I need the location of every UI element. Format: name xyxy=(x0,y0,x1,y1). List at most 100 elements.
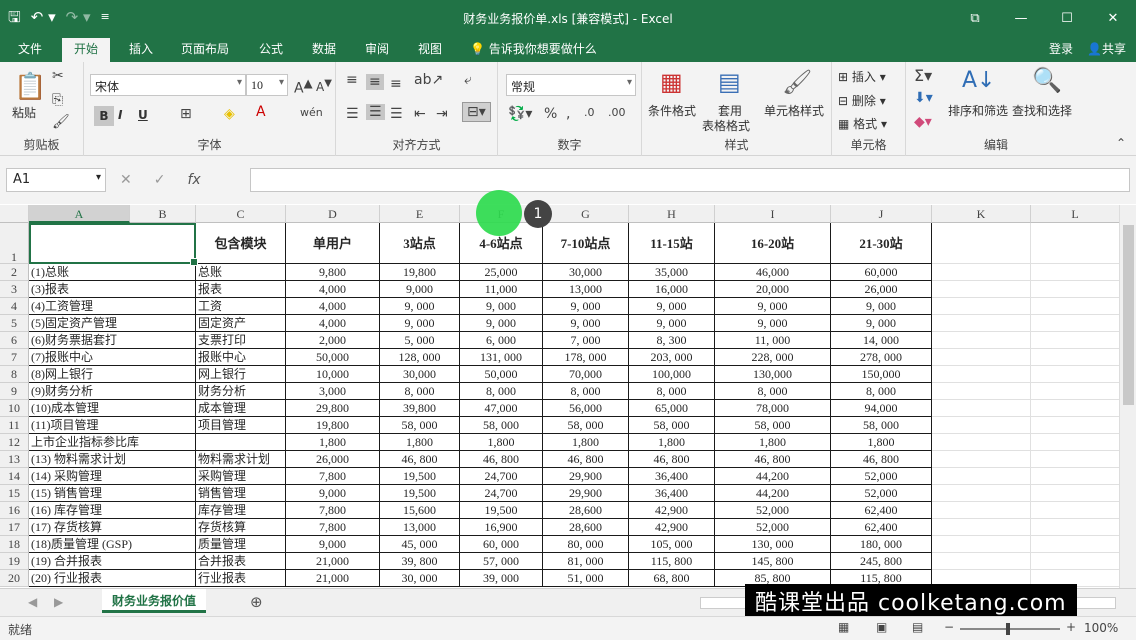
row-header[interactable]: 13 xyxy=(0,451,29,468)
grid-cell[interactable] xyxy=(1031,366,1120,383)
fill-icon[interactable]: ⬇▾ xyxy=(914,90,933,106)
row-header[interactable]: 6 xyxy=(0,332,29,349)
cell-styles-icon[interactable]: 🖌 xyxy=(782,68,812,96)
paste-button[interactable]: 粘贴 xyxy=(12,104,36,121)
format-cells-button[interactable]: ▦ 格式 ▾ xyxy=(838,115,887,132)
zoom-slider-handle[interactable] xyxy=(1006,623,1010,635)
row-header[interactable]: 4 xyxy=(0,298,29,315)
decrease-indent-icon[interactable]: ⇤ xyxy=(414,106,426,122)
formula-input[interactable] xyxy=(250,168,1130,192)
underline-button[interactable]: U xyxy=(138,108,148,122)
conditional-format-icon[interactable]: ▦ xyxy=(660,68,683,96)
insert-function-icon[interactable]: fx xyxy=(187,168,200,192)
page-break-icon[interactable]: ▤ xyxy=(912,620,923,634)
conditional-format-button[interactable]: 条件格式 xyxy=(648,102,696,119)
row-header[interactable]: 17 xyxy=(0,519,29,536)
grid-cell[interactable] xyxy=(1031,281,1120,298)
row-header[interactable]: 9 xyxy=(0,383,29,400)
column-header[interactable]: H xyxy=(629,205,715,223)
vertical-scrollbar[interactable] xyxy=(1119,205,1136,588)
grid-cell[interactable] xyxy=(932,417,1031,434)
align-left-icon[interactable]: ☰ xyxy=(346,106,359,122)
grid-cell[interactable] xyxy=(1031,417,1120,434)
grid-cell[interactable] xyxy=(1031,451,1120,468)
grid-cell[interactable] xyxy=(1031,553,1120,570)
format-painter-icon[interactable]: 🖌 xyxy=(52,114,70,130)
grid-cell[interactable] xyxy=(932,315,1031,332)
align-middle-icon[interactable]: ≡ xyxy=(366,74,384,90)
row-header[interactable]: 14 xyxy=(0,468,29,485)
tab-review[interactable]: 审阅 xyxy=(365,40,389,58)
collapse-ribbon-icon[interactable]: ⌃ xyxy=(1116,136,1126,150)
scroll-thumb[interactable] xyxy=(1123,225,1134,405)
sort-filter-icon[interactable]: A↓ xyxy=(962,68,995,93)
select-all-corner[interactable] xyxy=(0,205,29,223)
name-box[interactable]: A1 ▾ xyxy=(6,168,106,192)
page-layout-icon[interactable]: ▣ xyxy=(876,620,887,634)
grid-cell[interactable] xyxy=(932,400,1031,417)
column-header[interactable]: G xyxy=(543,205,629,223)
zoom-slider[interactable] xyxy=(960,628,1060,630)
zoom-out-icon[interactable]: − xyxy=(944,620,954,634)
tab-insert[interactable]: 插入 xyxy=(129,40,153,58)
merge-center-icon[interactable]: ⊟▾ xyxy=(462,102,491,122)
next-sheet-icon[interactable]: ▶ xyxy=(54,595,63,609)
shrink-font-icon[interactable]: A▼ xyxy=(316,78,332,94)
grid-cell[interactable] xyxy=(1031,519,1120,536)
row-header[interactable]: 19 xyxy=(0,553,29,570)
row-header[interactable]: 10 xyxy=(0,400,29,417)
column-header[interactable]: J xyxy=(831,205,932,223)
sort-filter-button[interactable]: 排序和筛选 xyxy=(948,102,1008,119)
grid-cell[interactable] xyxy=(932,451,1031,468)
font-name-dropdown[interactable]: 宋体 xyxy=(90,74,246,96)
format-table-label2[interactable]: 表格格式 xyxy=(702,117,750,134)
row-header[interactable]: 1 xyxy=(0,223,29,264)
tab-view[interactable]: 视图 xyxy=(418,40,442,58)
cut-icon[interactable]: ✂ xyxy=(52,68,64,84)
phonetic-icon[interactable]: wén xyxy=(300,106,323,119)
grid-cell[interactable] xyxy=(932,298,1031,315)
paste-icon[interactable]: 📋 xyxy=(14,72,46,102)
find-select-button[interactable]: 查找和选择 xyxy=(1012,102,1072,119)
grid-cell[interactable] xyxy=(1031,298,1120,315)
autosum-icon[interactable]: Σ▾ xyxy=(914,66,932,85)
grid-cell[interactable] xyxy=(932,553,1031,570)
column-header[interactable]: I xyxy=(715,205,831,223)
zoom-level[interactable]: 100% xyxy=(1084,621,1118,635)
grid-cell[interactable] xyxy=(1031,264,1120,281)
delete-cells-button[interactable]: ⊟ 删除 ▾ xyxy=(838,92,886,109)
number-format-dropdown[interactable]: 常规 xyxy=(506,74,636,96)
row-header[interactable]: 20 xyxy=(0,570,29,587)
grid-cell[interactable] xyxy=(1031,434,1120,451)
grid-cell[interactable] xyxy=(932,332,1031,349)
format-table-icon[interactable]: ▤ xyxy=(718,68,741,96)
grow-font-icon[interactable]: A▲ xyxy=(294,76,313,97)
grid-cell[interactable] xyxy=(932,434,1031,451)
tab-data[interactable]: 数据 xyxy=(312,40,336,58)
cancel-icon[interactable]: ✕ xyxy=(120,168,132,192)
login-link[interactable]: 登录 xyxy=(1049,40,1073,57)
font-size-dropdown[interactable]: 10 xyxy=(246,74,288,96)
copy-icon[interactable]: ⎘ xyxy=(52,92,63,108)
new-sheet-icon[interactable]: ⊕ xyxy=(250,593,263,611)
grid-cell[interactable] xyxy=(1031,383,1120,400)
row-header[interactable]: 12 xyxy=(0,434,29,451)
bold-button[interactable]: B xyxy=(94,106,114,126)
insert-cells-button[interactable]: ⊞ 插入 ▾ xyxy=(838,68,886,85)
column-header[interactable]: L xyxy=(1031,205,1120,223)
align-center-icon[interactable]: ☰ xyxy=(366,104,385,120)
column-header[interactable]: C xyxy=(196,205,286,223)
clear-icon[interactable]: ◆▾ xyxy=(914,114,932,130)
tab-formulas[interactable]: 公式 xyxy=(259,40,283,58)
border-icon[interactable]: ⊞ xyxy=(180,106,192,122)
fill-color-icon[interactable]: ◈ xyxy=(224,106,235,122)
grid-cell[interactable] xyxy=(932,383,1031,400)
zoom-in-icon[interactable]: + xyxy=(1066,620,1076,634)
row-header[interactable]: 18 xyxy=(0,536,29,553)
row-header[interactable]: 16 xyxy=(0,502,29,519)
increase-decimal-icon[interactable]: .0 xyxy=(584,106,595,119)
column-header[interactable]: B xyxy=(130,205,196,223)
comma-icon[interactable]: , xyxy=(566,106,570,122)
grid-cell[interactable] xyxy=(932,536,1031,553)
tell-me-search[interactable]: 💡 告诉我你想要做什么 xyxy=(470,40,597,58)
